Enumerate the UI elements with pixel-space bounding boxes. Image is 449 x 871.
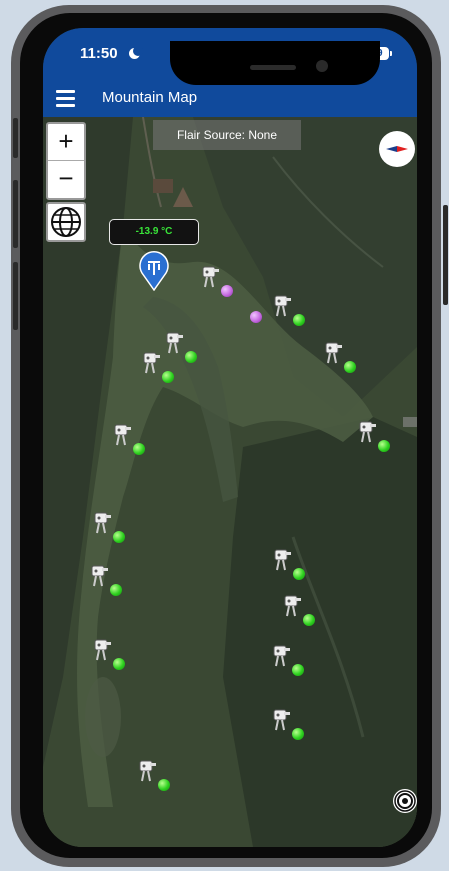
gun-status-indicator <box>113 658 125 670</box>
volume-up-button <box>13 180 18 248</box>
map-layer-button[interactable] <box>46 202 86 242</box>
gun-status-indicator <box>292 664 304 676</box>
snow-gun-marker[interactable] <box>136 757 170 791</box>
standalone-status-indicator <box>250 311 262 323</box>
app-header: Mountain Map <box>43 80 417 117</box>
status-time: 11:50 <box>80 45 118 62</box>
snow-gun-marker[interactable] <box>281 592 315 626</box>
phone-screen: 11:50 89 Mountain Map <box>43 28 417 847</box>
gun-status-indicator <box>162 371 174 383</box>
compass-button[interactable] <box>379 131 415 167</box>
zoom-control: + − <box>46 122 86 200</box>
snow-gun-marker[interactable] <box>271 546 305 580</box>
gun-status-indicator <box>158 779 170 791</box>
locate-me-button[interactable] <box>393 789 417 813</box>
weather-station-pin-icon[interactable] <box>138 251 170 291</box>
gun-status-indicator <box>113 531 125 543</box>
notch <box>170 41 380 85</box>
mute-switch <box>13 118 18 158</box>
snow-gun-marker[interactable] <box>356 418 390 452</box>
gun-status-indicator <box>110 584 122 596</box>
snow-gun-marker[interactable] <box>140 349 174 383</box>
gun-status-indicator <box>221 285 233 297</box>
snow-gun-marker[interactable] <box>91 636 125 670</box>
page-title: Mountain Map <box>102 89 198 106</box>
gun-status-indicator <box>378 440 390 452</box>
volume-down-button <box>13 262 18 330</box>
power-button <box>443 205 448 305</box>
gun-status-indicator <box>293 568 305 580</box>
snow-gun-marker[interactable] <box>270 642 304 676</box>
zoom-in-button[interactable]: + <box>48 124 84 161</box>
snow-gun-marker[interactable] <box>322 339 356 373</box>
satellite-map[interactable]: Flair Source: None + − -13.9 °C <box>43 117 417 847</box>
do-not-disturb-icon <box>129 46 143 59</box>
location-target-icon <box>394 790 416 812</box>
compass-icon <box>386 146 408 152</box>
terrain-background <box>43 117 417 847</box>
globe-icon <box>51 207 81 237</box>
gun-status-indicator <box>303 614 315 626</box>
hamburger-menu-icon[interactable] <box>56 90 75 107</box>
zoom-out-button[interactable]: − <box>48 161 84 197</box>
gun-status-indicator <box>293 314 305 326</box>
temperature-readout: -13.9 °C <box>109 219 199 245</box>
gun-status-indicator <box>133 443 145 455</box>
gun-status-indicator <box>344 361 356 373</box>
snow-gun-marker[interactable] <box>199 263 233 297</box>
gun-status-indicator <box>292 728 304 740</box>
snow-gun-marker[interactable] <box>270 706 304 740</box>
snow-gun-marker[interactable] <box>111 421 145 455</box>
snow-gun-marker[interactable] <box>88 562 122 596</box>
snow-gun-marker[interactable] <box>91 509 125 543</box>
snow-gun-marker[interactable] <box>271 292 305 326</box>
gun-status-indicator <box>185 351 197 363</box>
flair-source-label: Flair Source: None <box>153 120 301 150</box>
